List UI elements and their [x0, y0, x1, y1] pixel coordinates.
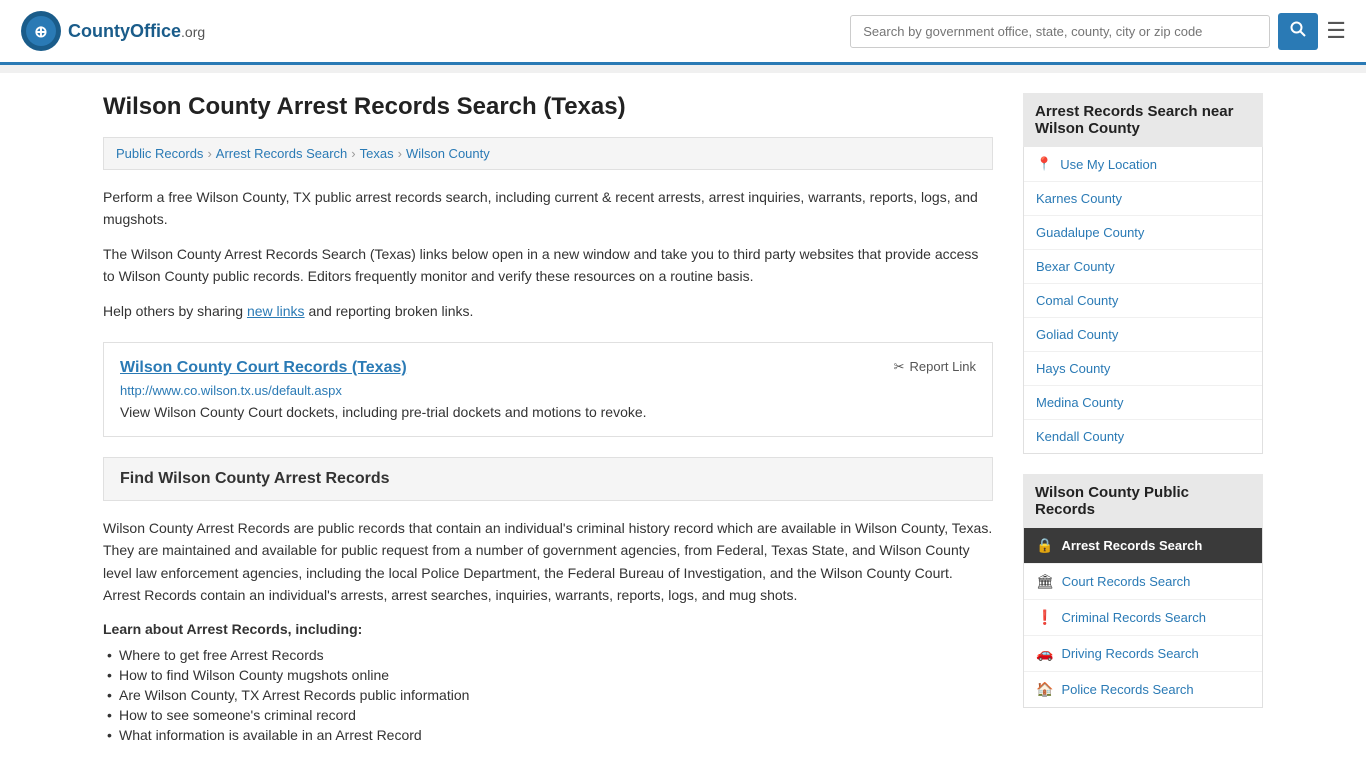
nearby-hays-item[interactable]: Hays County	[1024, 352, 1262, 386]
criminal-records-icon: ❗	[1036, 609, 1053, 626]
search-input[interactable]	[850, 15, 1270, 48]
police-records-link[interactable]: Police Records Search	[1061, 682, 1193, 697]
svg-text:⊕: ⊕	[34, 24, 47, 41]
driving-records-item[interactable]: 🚗 Driving Records Search	[1024, 636, 1262, 672]
subheader-bar	[0, 65, 1366, 73]
court-records-item[interactable]: 🏛 Court Records Search	[1024, 564, 1262, 600]
goliad-county-link[interactable]: Goliad County	[1036, 327, 1118, 342]
comal-county-link[interactable]: Comal County	[1036, 293, 1118, 308]
nearby-section-title: Arrest Records Search near Wilson County	[1023, 93, 1263, 147]
use-my-location-item[interactable]: 📍 Use My Location	[1024, 147, 1262, 182]
arrest-records-link[interactable]: Arrest Records Search	[1061, 538, 1202, 553]
list-item: How to find Wilson County mugshots onlin…	[103, 665, 993, 685]
nearby-medina-item[interactable]: Medina County	[1024, 386, 1262, 420]
new-links-link[interactable]: new links	[247, 303, 305, 319]
record-description: View Wilson County Court dockets, includ…	[120, 404, 976, 420]
breadcrumb: Public Records › Arrest Records Search ›…	[103, 137, 993, 170]
find-section: Find Wilson County Arrest Records	[103, 457, 993, 501]
nearby-karnes-item[interactable]: Karnes County	[1024, 182, 1262, 216]
court-records-icon: 🏛	[1036, 573, 1054, 590]
logo-area: ⊕ CountyOffice.org	[20, 10, 205, 52]
breadcrumb-arrest-records[interactable]: Arrest Records Search	[216, 146, 348, 161]
search-area: ☰	[850, 13, 1346, 50]
medina-county-link[interactable]: Medina County	[1036, 395, 1123, 410]
intro-paragraph-3: Help others by sharing new links and rep…	[103, 300, 993, 322]
police-records-icon: 🏠	[1036, 681, 1053, 698]
nearby-goliad-item[interactable]: Goliad County	[1024, 318, 1262, 352]
list-item: What information is available in an Arre…	[103, 725, 993, 745]
main-container: Wilson County Arrest Records Search (Tex…	[83, 73, 1283, 765]
header: ⊕ CountyOffice.org ☰	[0, 0, 1366, 65]
driving-records-icon: 🚗	[1036, 645, 1053, 662]
report-link-button[interactable]: ✂ Report Link	[894, 359, 976, 375]
location-pin-icon: 📍	[1036, 156, 1052, 172]
nearby-bexar-item[interactable]: Bexar County	[1024, 250, 1262, 284]
list-item: How to see someone's criminal record	[103, 705, 993, 725]
record-card-header: Wilson County Court Records (Texas) ✂ Re…	[120, 359, 976, 377]
search-icon	[1290, 21, 1306, 37]
court-records-link[interactable]: Court Records Search	[1062, 574, 1191, 589]
sidebar: Arrest Records Search near Wilson County…	[1023, 93, 1263, 745]
intro-paragraph-2: The Wilson County Arrest Records Search …	[103, 243, 993, 288]
arrest-records-icon: 🔒	[1036, 537, 1053, 554]
record-title-link[interactable]: Wilson County Court Records (Texas)	[120, 359, 407, 377]
content-area: Wilson County Arrest Records Search (Tex…	[103, 93, 993, 745]
karnes-county-link[interactable]: Karnes County	[1036, 191, 1122, 206]
criminal-records-item[interactable]: ❗ Criminal Records Search	[1024, 600, 1262, 636]
nearby-comal-item[interactable]: Comal County	[1024, 284, 1262, 318]
search-button[interactable]	[1278, 13, 1318, 50]
criminal-records-link[interactable]: Criminal Records Search	[1061, 610, 1206, 625]
record-card: Wilson County Court Records (Texas) ✂ Re…	[103, 342, 993, 437]
arrest-records-item[interactable]: 🔒 Arrest Records Search	[1024, 528, 1262, 564]
nearby-section: Arrest Records Search near Wilson County…	[1023, 93, 1263, 454]
breadcrumb-public-records[interactable]: Public Records	[116, 146, 203, 161]
page-title: Wilson County Arrest Records Search (Tex…	[103, 93, 993, 121]
public-records-section-title: Wilson County Public Records	[1023, 474, 1263, 528]
list-item: Where to get free Arrest Records	[103, 645, 993, 665]
list-item: Are Wilson County, TX Arrest Records pub…	[103, 685, 993, 705]
police-records-item[interactable]: 🏠 Police Records Search	[1024, 672, 1262, 707]
hays-county-link[interactable]: Hays County	[1036, 361, 1110, 376]
use-my-location-link[interactable]: Use My Location	[1060, 157, 1157, 172]
find-section-title: Find Wilson County Arrest Records	[120, 470, 976, 488]
bexar-county-link[interactable]: Bexar County	[1036, 259, 1115, 274]
kendall-county-link[interactable]: Kendall County	[1036, 429, 1124, 444]
nearby-guadalupe-item[interactable]: Guadalupe County	[1024, 216, 1262, 250]
nearby-kendall-item[interactable]: Kendall County	[1024, 420, 1262, 453]
guadalupe-county-link[interactable]: Guadalupe County	[1036, 225, 1144, 240]
nearby-links: 📍 Use My Location Karnes County Guadalup…	[1023, 147, 1263, 454]
public-records-section: Wilson County Public Records 🔒 Arrest Re…	[1023, 474, 1263, 708]
learn-list: Where to get free Arrest Records How to …	[103, 645, 993, 745]
breadcrumb-texas[interactable]: Texas	[360, 146, 394, 161]
record-url: http://www.co.wilson.tx.us/default.aspx	[120, 383, 976, 398]
public-record-items: 🔒 Arrest Records Search 🏛 Court Records …	[1023, 528, 1263, 708]
breadcrumb-wilson-county[interactable]: Wilson County	[406, 146, 490, 161]
report-icon: ✂	[894, 359, 905, 375]
intro-paragraph-1: Perform a free Wilson County, TX public …	[103, 186, 993, 231]
arrest-description: Wilson County Arrest Records are public …	[103, 517, 993, 607]
learn-title: Learn about Arrest Records, including:	[103, 621, 993, 637]
driving-records-link[interactable]: Driving Records Search	[1061, 646, 1198, 661]
logo-icon: ⊕	[20, 10, 62, 52]
menu-button[interactable]: ☰	[1326, 20, 1346, 42]
logo-text: CountyOffice.org	[68, 21, 205, 42]
